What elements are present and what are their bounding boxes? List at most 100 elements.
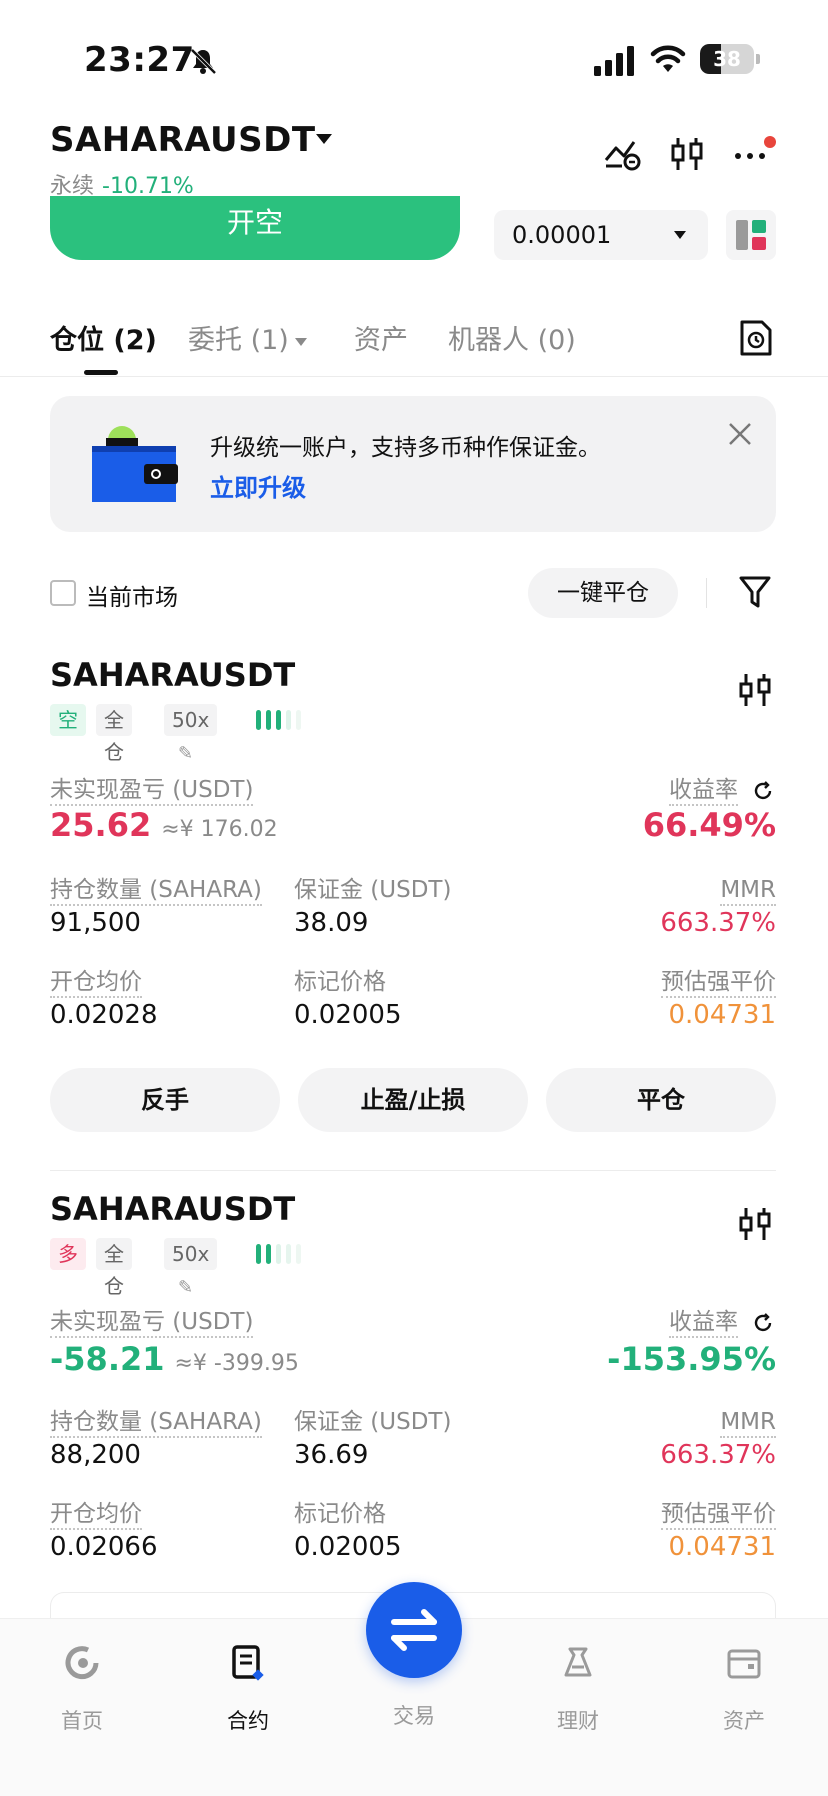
margin-mode-badge: 全仓: [96, 704, 132, 764]
nav-contract-label: 合约: [227, 1709, 269, 1733]
mmr-value: 663.37%: [660, 1440, 776, 1470]
margin-label: 保证金 (USDT): [294, 877, 452, 903]
trade-button[interactable]: [366, 1582, 462, 1678]
battery-indicator: 38: [700, 44, 760, 74]
roe-label[interactable]: 收益率: [669, 776, 738, 806]
edit-pencil-icon: ✎: [178, 743, 194, 764]
mmr-label[interactable]: MMR: [720, 876, 776, 906]
position-qty-value: 88,200: [50, 1440, 141, 1470]
entry-price-value: 0.02066: [50, 1532, 158, 1562]
tabs-divider: [0, 376, 828, 377]
nav-earn[interactable]: 理财: [518, 1643, 638, 1735]
pair-selector[interactable]: SAHARAUSDT: [50, 120, 316, 160]
candlestick-chart-icon[interactable]: [738, 1204, 772, 1244]
unrealized-pnl-value: -58.21 ≈¥ -399.95: [50, 1340, 299, 1378]
banner-text: 升级统一账户，支持多币种作保证金。: [210, 435, 601, 461]
position-card: SAHARAUSDT 多 全仓 50x✎ 未实现盈亏 (USDT) -58.21…: [0, 1190, 828, 1590]
current-market-checkbox[interactable]: [50, 580, 76, 606]
wallet-illustration-icon: [92, 426, 178, 502]
leverage-badge[interactable]: 50x✎: [164, 1238, 218, 1298]
mark-price-label: 标记价格: [294, 1501, 386, 1527]
price-alert-icon[interactable]: [602, 134, 642, 174]
mark-price-label: 标记价格: [294, 969, 386, 995]
contract-icon: [232, 1645, 264, 1681]
entry-price-label[interactable]: 开仓均价: [50, 968, 142, 998]
liq-price-value: 0.04731: [668, 1532, 776, 1562]
upgrade-account-banner[interactable]: 升级统一账户，支持多币种作保证金。 立即升级: [50, 396, 776, 532]
nav-trade-label: 交易: [393, 1704, 435, 1728]
refresh-icon[interactable]: [752, 1312, 774, 1334]
tab-positions[interactable]: 仓位 (2): [50, 318, 157, 357]
swap-icon: [391, 1609, 437, 1651]
margin-mode-badge: 全仓: [96, 1238, 132, 1298]
tp-sl-button[interactable]: 止盈/止损: [298, 1068, 528, 1132]
filter-separator: [706, 578, 707, 608]
orderbook-layout-icon[interactable]: [726, 210, 776, 260]
status-time: 23:27: [84, 40, 195, 80]
tab-assets[interactable]: 资产: [354, 318, 408, 357]
entry-price-label[interactable]: 开仓均价: [50, 1500, 142, 1530]
position-symbol[interactable]: SAHARAUSDT: [50, 656, 295, 694]
margin-value: 36.69: [294, 1440, 369, 1470]
position-qty-label[interactable]: 持仓数量 (SAHARA): [50, 1408, 262, 1438]
edit-pencil-icon: ✎: [178, 1277, 194, 1298]
margin-value: 38.09: [294, 908, 369, 938]
position-qty-label[interactable]: 持仓数量 (SAHARA): [50, 876, 262, 906]
leverage-badge[interactable]: 50x✎: [164, 704, 218, 764]
tab-orders[interactable]: 委托 (1): [188, 318, 307, 357]
entry-price-value: 0.02028: [50, 1000, 158, 1030]
side-badge: 多: [50, 1238, 86, 1270]
history-document-icon[interactable]: [738, 318, 774, 358]
liq-price-label[interactable]: 预估强平价: [661, 1500, 776, 1530]
current-market-label[interactable]: 当前市场: [86, 578, 178, 612]
side-badge: 空: [50, 704, 86, 736]
roe-value: -153.95%: [607, 1340, 776, 1378]
earn-icon: [564, 1647, 592, 1677]
mmr-value: 663.37%: [660, 908, 776, 938]
close-position-button[interactable]: 平仓: [546, 1068, 776, 1132]
reverse-button[interactable]: 反手: [50, 1068, 280, 1132]
candlestick-chart-icon[interactable]: [738, 670, 772, 710]
liq-price-label[interactable]: 预估强平价: [661, 968, 776, 998]
cellular-signal-icon: [594, 46, 634, 76]
wifi-icon: [650, 45, 686, 72]
chevron-down-icon: [674, 231, 686, 239]
filter-icon[interactable]: [738, 574, 772, 610]
unrealized-pnl-value: 25.62 ≈¥ 176.02: [50, 806, 278, 844]
chevron-down-icon: [294, 337, 307, 346]
status-bar: 23:27 38: [0, 0, 828, 110]
roe-label[interactable]: 收益率: [669, 1308, 738, 1338]
pair-dropdown-caret-icon[interactable]: [316, 134, 332, 144]
position-qty-value: 91,500: [50, 908, 141, 938]
unrealized-pnl-label[interactable]: 未实现盈亏 (USDT): [50, 1308, 254, 1338]
home-icon: [65, 1646, 99, 1680]
close-icon[interactable]: [726, 420, 754, 448]
mmr-label[interactable]: MMR: [720, 1408, 776, 1438]
notification-dot: [764, 136, 776, 148]
candlestick-chart-icon[interactable]: [668, 134, 708, 174]
nav-contract[interactable]: 合约: [188, 1643, 308, 1735]
upgrade-now-link[interactable]: 立即升级: [210, 468, 306, 503]
nav-assets[interactable]: 资产: [684, 1643, 804, 1735]
open-short-button[interactable]: 开空: [50, 196, 460, 260]
wallet-icon: [727, 1649, 761, 1679]
tab-bots[interactable]: 机器人 (0): [448, 318, 576, 357]
nav-home-label: 首页: [61, 1709, 103, 1733]
mark-price-value: 0.02005: [294, 1532, 402, 1562]
position-card: SAHARAUSDT 空 全仓 50x✎ 未实现盈亏 (USDT) 25.62 ≈…: [0, 656, 828, 1136]
unrealized-pnl-label[interactable]: 未实现盈亏 (USDT): [50, 776, 254, 806]
battery-level: 38: [713, 47, 741, 71]
price-precision-select[interactable]: 0.00001: [494, 210, 708, 260]
nav-earn-label: 理财: [557, 1709, 599, 1733]
active-tab-indicator: [84, 370, 118, 375]
card-divider: [50, 1170, 776, 1171]
nav-assets-label: 资产: [723, 1709, 765, 1733]
position-symbol[interactable]: SAHARAUSDT: [50, 1190, 295, 1228]
mark-price-value: 0.02005: [294, 1000, 402, 1030]
roe-value: 66.49%: [642, 806, 776, 844]
nav-home[interactable]: 首页: [22, 1643, 142, 1735]
refresh-icon[interactable]: [752, 780, 774, 802]
bell-muted-icon: [190, 48, 217, 75]
price-precision-value: 0.00001: [512, 221, 612, 249]
close-all-button[interactable]: 一键平仓: [528, 568, 678, 618]
